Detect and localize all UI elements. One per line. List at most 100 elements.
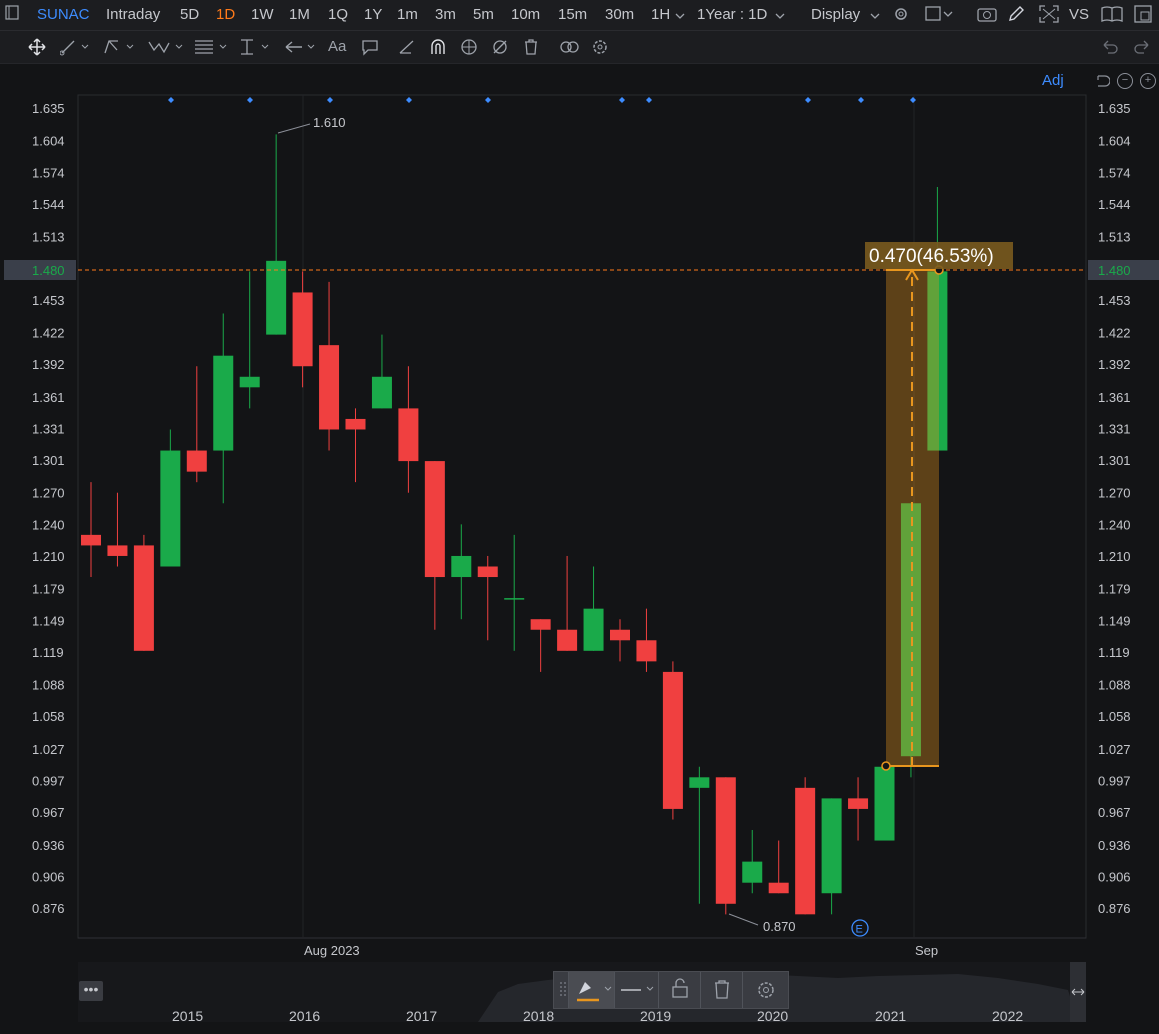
drawing-options-icon[interactable] [742, 972, 789, 1008]
price-tick-right: 1.027 [1098, 742, 1131, 757]
dividend-marker[interactable] [485, 97, 491, 103]
price-tick-left: 1.179 [32, 582, 65, 597]
candle-body [557, 629, 578, 651]
candle-body [345, 418, 366, 430]
candle-body [81, 534, 101, 546]
candle-body [371, 376, 392, 409]
price-tick-left: 1.604 [32, 134, 65, 149]
price-tick-right: 1.453 [1098, 293, 1131, 308]
candle-body [848, 798, 869, 809]
price-tick-right: 0.936 [1098, 838, 1131, 853]
price-tick-left: 0.876 [32, 901, 65, 916]
dividend-marker[interactable] [646, 97, 652, 103]
candle-body [266, 260, 287, 335]
candles [81, 134, 948, 915]
candle-body [213, 355, 234, 451]
price-axis-left: 1.635 1.604 1.574 1.544 1.513 1.453 1.422 1.392… [32, 101, 65, 916]
candle-body [583, 608, 604, 651]
price-tick-right: 1.088 [1098, 678, 1131, 693]
dividend-marker[interactable] [327, 97, 333, 103]
candle-body [504, 598, 525, 600]
price-axis-right: 1.635 1.604 1.574 1.544 1.513 1.453 1.422 1.392… [1098, 101, 1131, 916]
price-tick-left: 1.149 [32, 613, 65, 628]
price-tick-left: 1.027 [32, 742, 65, 757]
dividend-marker[interactable] [406, 97, 412, 103]
price-tick-left: 0.997 [32, 773, 65, 788]
price-tick-right: 1.604 [1098, 134, 1131, 149]
candle-body [477, 566, 498, 578]
navigator-year-2015: 2015 [172, 1008, 204, 1024]
price-tick-right: 1.240 [1098, 517, 1131, 532]
measure-start-handle[interactable] [881, 761, 891, 771]
current-price-right: 1.480 [1098, 263, 1131, 278]
dividend-marker[interactable] [858, 97, 864, 103]
price-tick-left: 1.361 [32, 390, 65, 405]
date-label-sep: Sep [915, 943, 938, 958]
price-tick-right: 0.876 [1098, 901, 1131, 916]
price-tick-right: 1.574 [1098, 165, 1131, 180]
dividend-marker[interactable] [168, 97, 174, 103]
dividend-marker[interactable] [910, 97, 916, 103]
navigator-resize-handle[interactable] [1070, 962, 1086, 1022]
navigator-year-2019: 2019 [640, 1008, 672, 1024]
candle-body [424, 461, 445, 578]
price-tick-right: 1.635 [1098, 101, 1131, 116]
navigator-year-2022: 2022 [992, 1008, 1024, 1024]
candle-body [874, 766, 895, 841]
candle-body [530, 619, 551, 630]
navigator-year-2021: 2021 [875, 1008, 907, 1024]
price-tick-right: 1.270 [1098, 486, 1131, 501]
candle-body [689, 777, 710, 788]
candle-body [133, 545, 154, 651]
date-label-aug-2023: Aug 2023 [304, 943, 360, 958]
candle-body [160, 450, 181, 567]
candle-body [398, 408, 419, 462]
price-tick-left: 0.906 [32, 869, 65, 884]
price-tick-left: 1.331 [32, 421, 65, 436]
low-label: 0.870 [763, 919, 796, 934]
dividend-marker[interactable] [247, 97, 253, 103]
price-tick-right: 1.422 [1098, 326, 1131, 341]
price-tick-right: 1.301 [1098, 453, 1131, 468]
price-tick-right: 1.361 [1098, 390, 1131, 405]
price-tick-left: 1.422 [32, 326, 65, 341]
navigator-more-button[interactable]: ••• [79, 981, 103, 1001]
price-tick-left: 1.513 [32, 230, 65, 245]
event-label: E [856, 924, 863, 936]
price-tick-left: 1.635 [32, 101, 65, 116]
candle-body [186, 450, 207, 472]
current-price-left: 1.480 [32, 263, 65, 278]
dividend-marker[interactable] [805, 97, 811, 103]
navigator-year-2020: 2020 [757, 1008, 789, 1024]
dividend-markers [168, 97, 916, 103]
delete-drawing-icon[interactable] [700, 972, 743, 1008]
dividend-marker[interactable] [619, 97, 625, 103]
price-tick-right: 1.513 [1098, 230, 1131, 245]
price-tick-right: 1.544 [1098, 197, 1131, 212]
drag-handle-icon[interactable] [560, 980, 566, 1005]
low-leader-line [728, 913, 759, 926]
candle-body [610, 629, 630, 641]
price-tick-right: 1.119 [1098, 645, 1130, 660]
price-tick-right: 0.906 [1098, 869, 1131, 884]
price-tick-left: 1.301 [32, 453, 65, 468]
price-tick-right: 1.331 [1098, 421, 1131, 436]
line-style-button[interactable] [614, 972, 659, 1008]
price-tick-right: 0.967 [1098, 805, 1131, 820]
brush-color-button[interactable] [568, 972, 615, 1008]
price-tick-right: 1.179 [1098, 582, 1131, 597]
candle-body [636, 640, 657, 662]
price-tick-left: 1.210 [32, 549, 65, 564]
candle-body [821, 798, 842, 894]
price-tick-left: 1.392 [32, 357, 65, 372]
candle-body [795, 787, 816, 915]
candle-body [292, 292, 313, 367]
candlestick-chart[interactable]: 1.635 1.604 1.574 1.544 1.513 1.453 1.422 1.392… [0, 0, 1159, 962]
price-tick-left: 1.119 [32, 645, 64, 660]
price-tick-left: 0.936 [32, 838, 65, 853]
candle-body [768, 882, 789, 894]
measure-label: 0.470(46.53%) [869, 246, 994, 267]
unlock-icon[interactable] [658, 972, 701, 1008]
price-tick-left: 1.574 [32, 165, 65, 180]
price-tick-right: 1.058 [1098, 709, 1131, 724]
